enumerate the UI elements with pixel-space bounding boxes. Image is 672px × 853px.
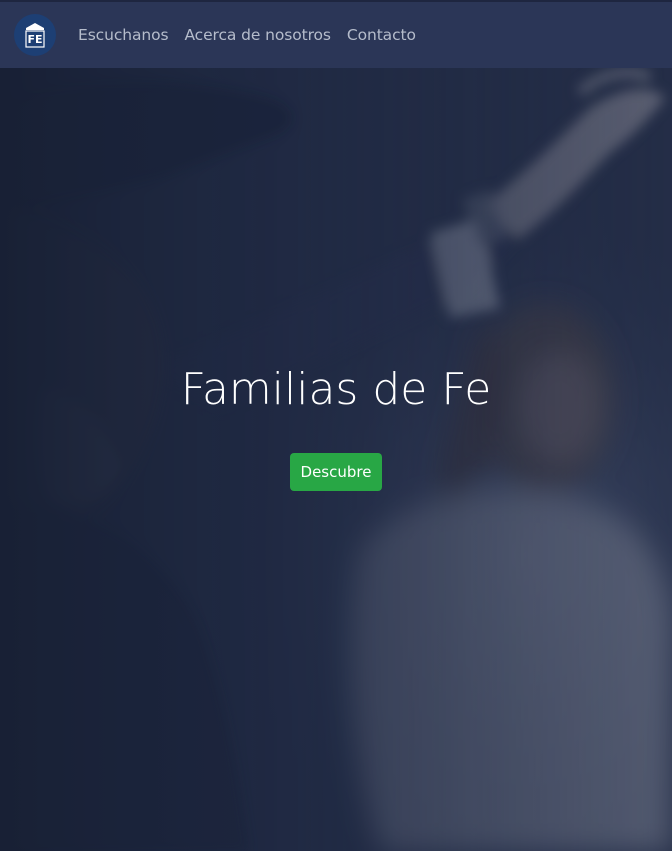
discover-button[interactable]: Descubre — [290, 453, 382, 491]
hero-title: Familias de Fe — [180, 364, 492, 415]
hero-content: Familias de Fe Descubre — [0, 68, 672, 853]
logo-text: FE — [27, 33, 42, 46]
hero-section: Familias de Fe Descubre — [0, 68, 672, 853]
page: FE Escuchanos Acerca de nosotros Contact… — [0, 0, 672, 853]
church-logo-icon[interactable]: FE — [14, 14, 56, 56]
navbar: FE Escuchanos Acerca de nosotros Contact… — [0, 2, 672, 68]
nav-link-contacto[interactable]: Contacto — [347, 26, 416, 44]
nav-links: Escuchanos Acerca de nosotros Contacto — [78, 26, 432, 44]
nav-link-acerca[interactable]: Acerca de nosotros — [184, 26, 331, 44]
nav-link-escuchanos[interactable]: Escuchanos — [78, 26, 169, 44]
